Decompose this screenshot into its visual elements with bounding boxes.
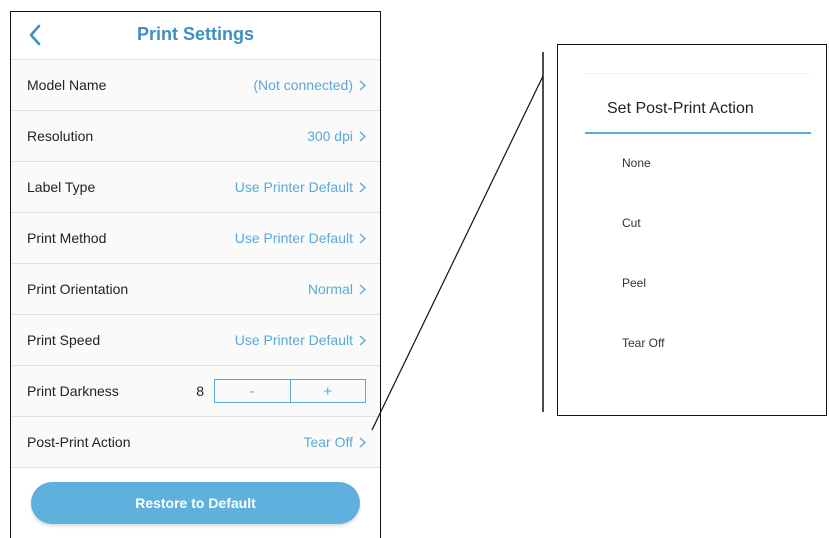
darkness-value: 8 — [196, 383, 204, 399]
setting-row-resolution[interactable]: Resolution 300 dpi — [11, 111, 380, 162]
page-title: Print Settings — [136, 24, 254, 44]
setting-label: Print Darkness — [27, 383, 119, 399]
restore-default-button[interactable]: Restore to Default — [31, 482, 360, 524]
setting-value-text: Tear Off — [303, 434, 353, 450]
setting-value-text: Normal — [307, 281, 353, 297]
chevron-right-icon — [359, 436, 366, 448]
setting-label: Post-Print Action — [27, 434, 131, 450]
setting-value-text: Use Printer Default — [234, 230, 353, 246]
setting-label: Print Method — [27, 230, 107, 246]
option-cut[interactable]: Cut — [622, 216, 641, 230]
chevron-right-icon — [359, 79, 366, 91]
increase-darkness-button[interactable]: + — [289, 380, 366, 402]
setting-row-print-orientation[interactable]: Print Orientation Normal — [11, 264, 380, 315]
chevron-right-icon — [359, 130, 366, 142]
chevron-right-icon — [359, 181, 366, 193]
setting-value[interactable]: Use Printer Default — [235, 332, 366, 348]
option-tear-off[interactable]: Tear Off — [622, 336, 664, 350]
setting-value[interactable]: Normal — [308, 281, 366, 297]
decrease-darkness-button[interactable]: - — [215, 380, 290, 402]
setting-label: Resolution — [27, 128, 94, 144]
setting-label: Label Type — [27, 179, 96, 195]
setting-row-model-name[interactable]: Model Name (Not connected) — [11, 60, 380, 111]
popup-title-divider — [585, 132, 811, 134]
setting-row-label-type[interactable]: Label Type Use Printer Default — [11, 162, 380, 213]
option-peel[interactable]: Peel — [622, 276, 646, 290]
setting-value-text: Use Printer Default — [234, 332, 353, 348]
setting-value[interactable]: Use Printer Default — [235, 230, 366, 246]
option-none[interactable]: None — [622, 156, 651, 170]
setting-label: Print Speed — [27, 332, 101, 348]
chevron-right-icon — [359, 232, 366, 244]
setting-label: Model Name — [27, 77, 107, 93]
settings-list: Model Name (Not connected) Resolution 30… — [11, 60, 380, 468]
setting-value[interactable]: (Not connected) — [253, 77, 366, 93]
setting-row-post-print-action[interactable]: Post-Print Action Tear Off — [11, 417, 380, 468]
setting-value[interactable]: Tear Off — [303, 434, 366, 450]
app-header: Print Settings — [11, 12, 380, 60]
setting-value-text: (Not connected) — [253, 77, 353, 93]
setting-value-text: 300 dpi — [307, 128, 353, 144]
post-print-action-popup: Set Post-Print Action None Cut Peel Tear… — [557, 44, 827, 416]
setting-value[interactable]: Use Printer Default — [235, 179, 366, 195]
setting-label: Print Orientation — [27, 281, 129, 297]
callout-line-top — [371, 75, 544, 431]
popup-title: Set Post-Print Action — [607, 100, 754, 117]
popup-dialog: Set Post-Print Action None Cut Peel Tear… — [585, 73, 811, 385]
setting-value[interactable]: 300 dpi — [307, 128, 366, 144]
setting-value-text: Use Printer Default — [234, 179, 353, 195]
phone-screen: Print Settings Model Name (Not connected… — [10, 11, 381, 538]
chevron-right-icon — [359, 334, 366, 346]
setting-row-print-darkness: Print Darkness 8 - + — [11, 366, 380, 417]
chevron-right-icon — [359, 283, 366, 295]
darkness-stepper: - + — [214, 379, 366, 403]
setting-row-print-method[interactable]: Print Method Use Printer Default — [11, 213, 380, 264]
setting-row-print-speed[interactable]: Print Speed Use Printer Default — [11, 315, 380, 366]
